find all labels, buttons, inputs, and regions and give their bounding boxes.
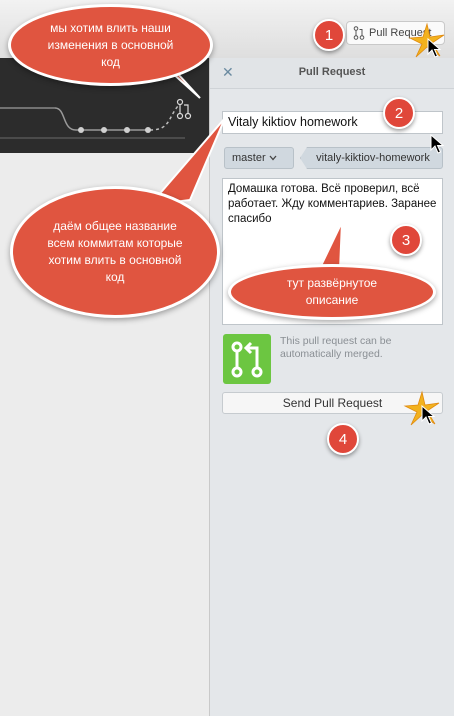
annotation-bubble-description-text: тут развёрнутое описание [286,276,378,307]
step-marker-2: 2 [383,97,415,129]
cursor-icon [421,404,436,425]
annotation-bubble-left: даём общее название всем коммитам которы… [10,186,220,318]
annotation-bubble-left-text: даём общее название всем коммитам которы… [47,219,183,284]
step-marker-1: 1 [313,19,345,51]
step-marker-3: 3 [390,224,422,256]
annotation-bubble-top: мы хотим влить наши изменения в основной… [8,4,213,86]
step-marker-4: 4 [327,423,359,455]
annotation-bubble-top-text: мы хотим влить наши изменения в основной… [47,20,174,69]
cursor-icon [427,37,442,58]
annotation-bubble-description: тут развёрнутое описание [228,264,436,320]
cursor-icon [430,133,445,154]
